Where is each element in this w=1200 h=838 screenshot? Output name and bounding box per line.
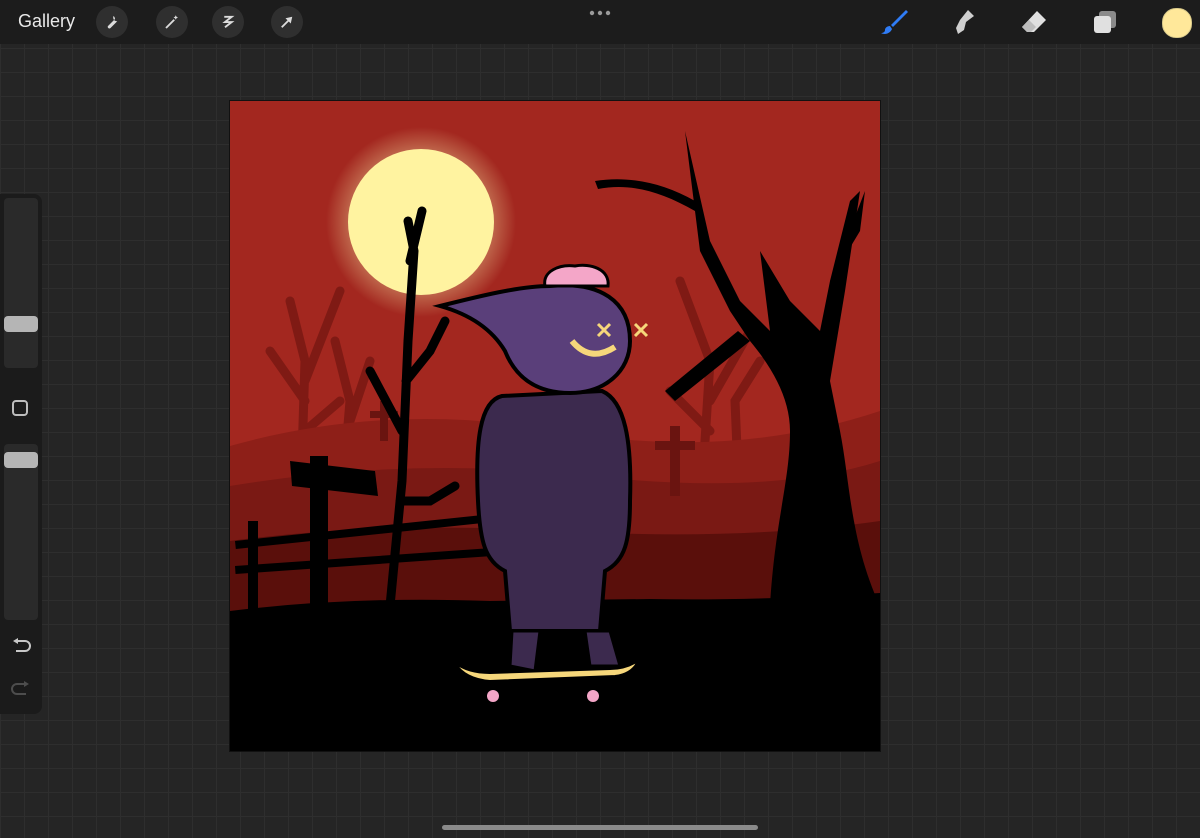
eraser-icon[interactable] bbox=[1018, 6, 1050, 38]
wrench-icon[interactable] bbox=[96, 6, 128, 38]
skateboard-wheel bbox=[487, 690, 499, 702]
selection-icon[interactable] bbox=[212, 6, 244, 38]
home-indicator[interactable] bbox=[442, 825, 758, 830]
brain bbox=[543, 263, 610, 288]
transform-arrow-icon[interactable] bbox=[271, 6, 303, 38]
layers-icon[interactable] bbox=[1089, 6, 1121, 38]
smudge-icon[interactable] bbox=[948, 6, 980, 38]
top-toolbar: Gallery bbox=[0, 0, 1200, 44]
brush-icon[interactable] bbox=[878, 6, 910, 38]
more-options-icon[interactable] bbox=[588, 9, 612, 17]
brush-size-slider[interactable] bbox=[4, 198, 38, 368]
brush-size-knob[interactable] bbox=[4, 316, 38, 332]
gallery-button[interactable]: Gallery bbox=[18, 11, 75, 32]
current-color-swatch[interactable] bbox=[1162, 8, 1192, 38]
undo-icon[interactable] bbox=[10, 637, 32, 655]
artwork bbox=[230, 101, 880, 751]
opacity-knob[interactable] bbox=[4, 452, 38, 468]
opacity-slider[interactable] bbox=[4, 444, 38, 620]
modify-square-icon[interactable] bbox=[12, 400, 28, 416]
drawing-canvas[interactable] bbox=[229, 100, 881, 752]
redo-icon[interactable] bbox=[10, 680, 32, 698]
magic-wand-icon[interactable] bbox=[156, 6, 188, 38]
left-sidebar bbox=[0, 194, 42, 714]
skateboard-wheel bbox=[587, 690, 599, 702]
